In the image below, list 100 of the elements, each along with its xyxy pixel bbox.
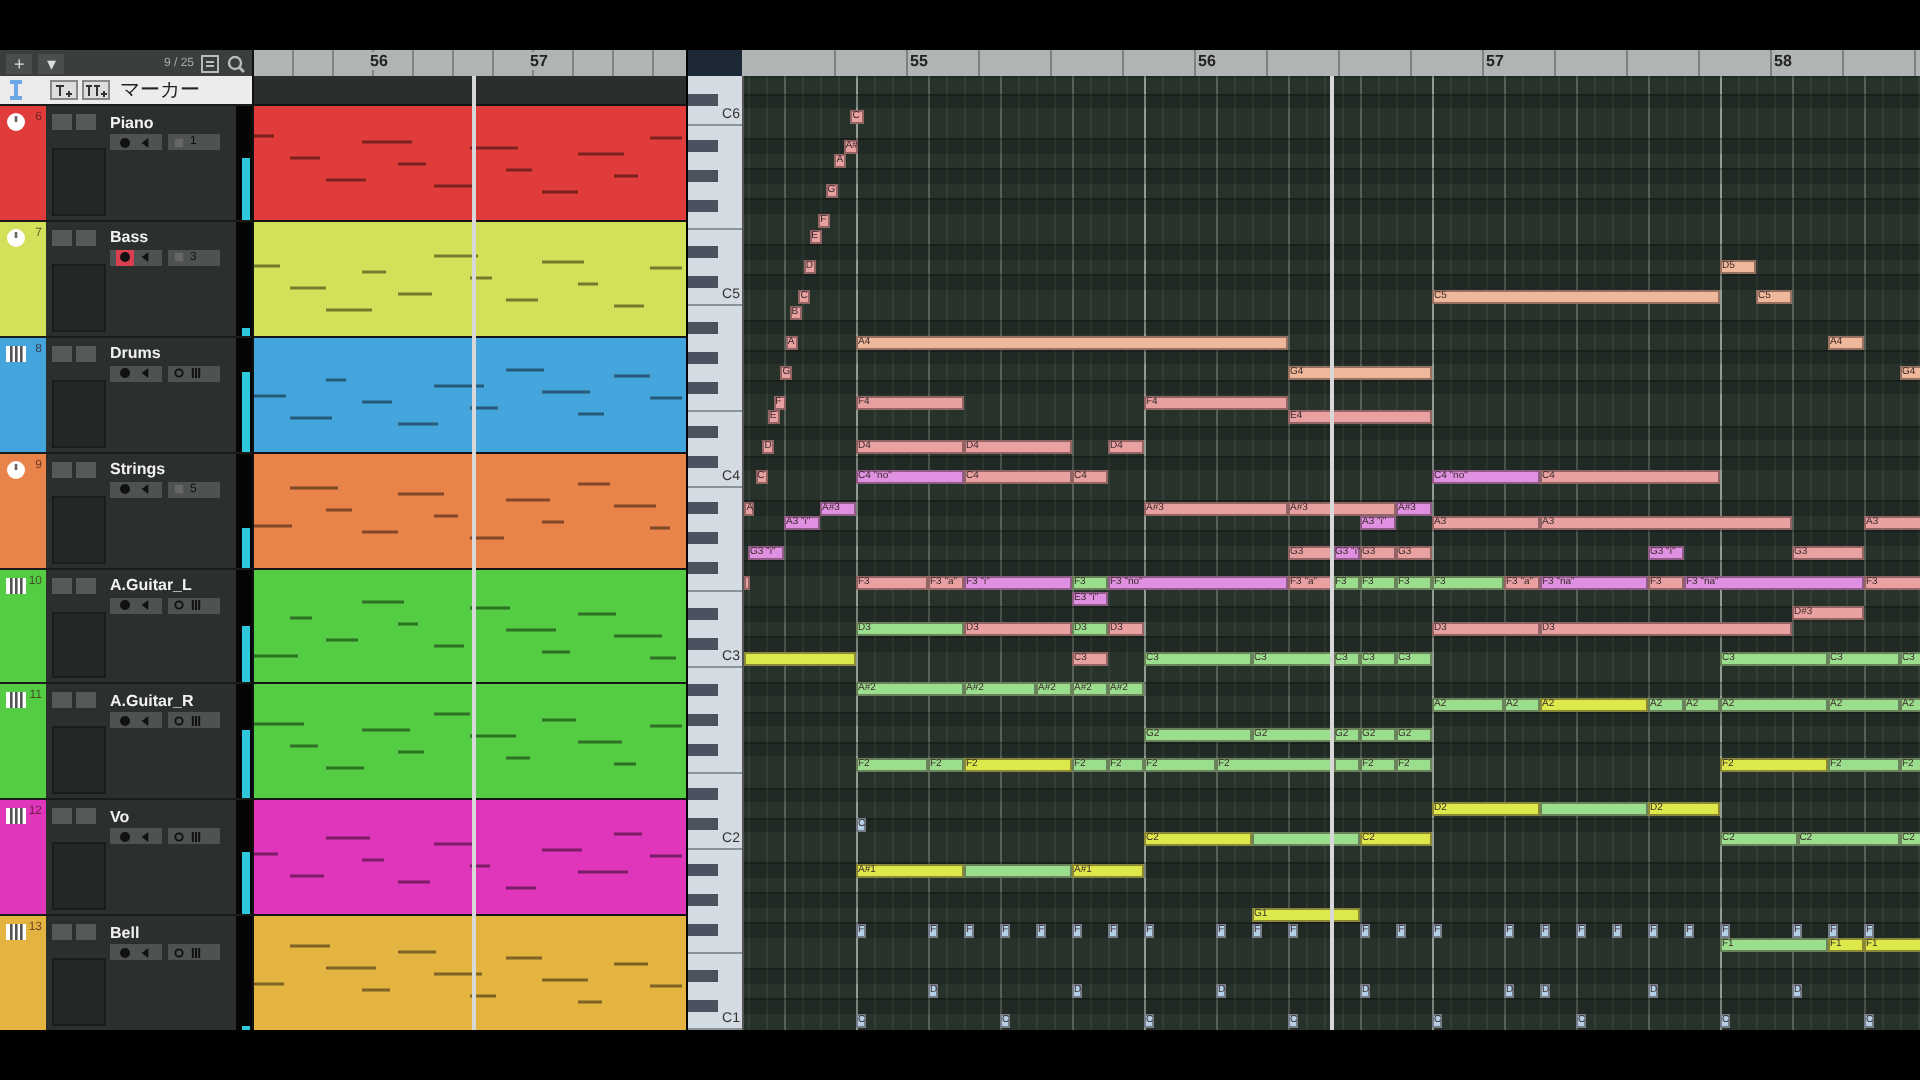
square-icon[interactable] <box>174 252 184 263</box>
timeline-ruler[interactable]: 55 56 57 58 <box>742 50 1920 76</box>
midi-note[interactable] <box>1540 802 1648 817</box>
sharp-key[interactable] <box>688 924 718 937</box>
sharp-key[interactable] <box>688 321 718 334</box>
edit-ring-icon[interactable] <box>174 715 184 726</box>
edit-ring-icon[interactable] <box>174 368 184 379</box>
record-button[interactable] <box>116 597 134 613</box>
sharp-key[interactable] <box>688 894 718 907</box>
midi-note[interactable] <box>964 863 1072 877</box>
track-name: Bass <box>110 228 151 247</box>
sharp-key[interactable] <box>688 743 718 756</box>
record-button[interactable] <box>116 481 134 498</box>
solo-button[interactable] <box>76 924 96 941</box>
piano-keys-icon[interactable] <box>190 600 202 610</box>
record-button[interactable] <box>116 134 134 150</box>
sharp-key[interactable] <box>688 140 718 153</box>
add-marker-icon[interactable] <box>50 80 78 100</box>
add-track-button[interactable]: + <box>6 53 33 73</box>
sharp-key[interactable] <box>688 532 718 545</box>
edit-ring-icon[interactable] <box>174 600 184 610</box>
solo-button[interactable] <box>76 808 96 825</box>
sharp-key[interactable] <box>688 381 718 394</box>
track-menu-button[interactable]: ▾ <box>38 53 65 73</box>
piano-keys-icon[interactable] <box>190 831 202 842</box>
record-button[interactable] <box>116 365 134 382</box>
monitor-icon[interactable] <box>140 600 150 610</box>
monitor-icon[interactable] <box>140 137 150 147</box>
piano-keys-icon[interactable] <box>190 947 202 958</box>
sharp-key[interactable] <box>688 713 718 726</box>
square-icon[interactable] <box>174 137 184 147</box>
midi-note[interactable] <box>1333 757 1360 772</box>
sharp-key[interactable] <box>688 275 718 288</box>
track-name: Drums <box>110 344 163 363</box>
monitor-icon[interactable] <box>140 715 150 726</box>
sharp-key[interactable] <box>688 456 718 469</box>
sharp-key[interactable] <box>688 818 718 831</box>
track-name: Vo <box>110 807 132 826</box>
mute-button[interactable] <box>52 808 72 825</box>
piano-keys-icon[interactable] <box>190 368 202 379</box>
mute-button[interactable] <box>52 345 72 362</box>
monitor-icon[interactable] <box>140 252 150 263</box>
track-name: Piano <box>110 113 156 131</box>
mute-button[interactable] <box>52 924 72 941</box>
edit-ring-icon[interactable] <box>174 947 184 958</box>
monitor-icon[interactable] <box>140 831 150 842</box>
piano-keys-icon[interactable] <box>190 715 202 726</box>
monitor-icon[interactable] <box>140 368 150 379</box>
solo-button[interactable] <box>76 692 96 709</box>
track-name: Strings <box>110 460 168 479</box>
sharp-key[interactable] <box>688 351 718 364</box>
midi-note[interactable] <box>1252 832 1360 847</box>
playhead-line[interactable] <box>1329 76 1334 1030</box>
midi-note[interactable] <box>744 651 856 666</box>
bar-number: 56 <box>368 52 390 70</box>
sharp-key[interactable] <box>688 562 718 575</box>
mute-button[interactable] <box>52 692 72 709</box>
record-button[interactable] <box>116 944 134 961</box>
edit-ring-icon[interactable] <box>174 831 184 842</box>
sharp-key[interactable] <box>688 170 718 183</box>
bar-number: 58 <box>1772 52 1794 70</box>
note-grid[interactable] <box>744 76 1920 1030</box>
list-icon[interactable] <box>200 53 220 73</box>
mute-button[interactable] <box>52 577 72 593</box>
marker-track-name: マーカー <box>120 78 200 104</box>
solo-button[interactable] <box>76 229 96 246</box>
sharp-key[interactable] <box>688 607 718 620</box>
sharp-key[interactable] <box>688 94 718 107</box>
track-name: A.Guitar_L <box>110 576 194 594</box>
square-icon[interactable] <box>174 484 184 495</box>
sharp-key[interactable] <box>688 426 718 439</box>
add-cycle-marker-icon[interactable] <box>82 80 110 100</box>
instrument-icon <box>6 112 26 132</box>
solo-button[interactable] <box>76 577 96 593</box>
record-button[interactable] <box>116 249 134 266</box>
sharp-key[interactable] <box>688 245 718 258</box>
bar-number: 55 <box>908 52 930 70</box>
instrument-icon <box>6 227 26 248</box>
timeline-ruler[interactable]: 56 57 <box>254 50 686 76</box>
sharp-key[interactable] <box>688 502 718 515</box>
piano-keys-icon <box>6 575 26 595</box>
sharp-key[interactable] <box>688 999 718 1012</box>
monitor-icon[interactable] <box>140 484 150 495</box>
record-button[interactable] <box>116 828 134 845</box>
sharp-key[interactable] <box>688 637 718 650</box>
track-name: A.Guitar_R <box>110 691 196 710</box>
solo-button[interactable] <box>76 345 96 362</box>
sharp-key[interactable] <box>688 788 718 801</box>
search-icon[interactable] <box>226 53 246 73</box>
mute-button[interactable] <box>52 461 72 478</box>
bar-number: 56 <box>1196 52 1218 70</box>
record-button[interactable] <box>116 712 134 729</box>
monitor-icon[interactable] <box>140 947 150 958</box>
sharp-key[interactable] <box>688 683 718 696</box>
sharp-key[interactable] <box>688 200 718 213</box>
mute-button[interactable] <box>52 229 72 246</box>
piano-keys-icon <box>6 343 26 364</box>
sharp-key[interactable] <box>688 969 718 982</box>
midi-note[interactable] <box>744 576 751 591</box>
solo-button[interactable] <box>76 461 96 478</box>
